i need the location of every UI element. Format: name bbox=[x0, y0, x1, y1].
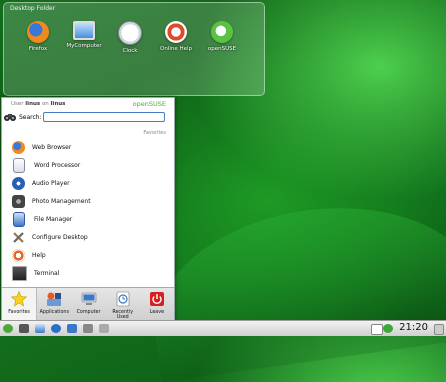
terminal-icon[interactable] bbox=[19, 324, 29, 333]
document-icon bbox=[13, 157, 25, 173]
desktop-icon-mycomputer[interactable]: MyComputer bbox=[64, 21, 104, 49]
network-icon[interactable] bbox=[383, 324, 393, 333]
file-manager-icon bbox=[13, 211, 25, 227]
tab-recently-used[interactable]: Recently Used bbox=[106, 288, 140, 320]
desktop-icon-online-help[interactable]: Online Help bbox=[156, 21, 196, 52]
favorites-header: Favorites bbox=[143, 130, 166, 136]
globe-icon[interactable] bbox=[51, 324, 61, 333]
menu-item-audio-player[interactable]: Audio Player bbox=[12, 174, 170, 192]
camera-icon bbox=[12, 194, 25, 208]
search-input[interactable] bbox=[43, 112, 165, 122]
desktop-icon[interactable] bbox=[67, 324, 77, 333]
star-icon bbox=[10, 290, 28, 307]
power-icon bbox=[149, 292, 164, 306]
opensuse-brand: openSUSE bbox=[132, 100, 166, 108]
user-info: User linus on linus bbox=[11, 101, 66, 107]
tab-leave[interactable]: Leave bbox=[140, 288, 174, 320]
lifebuoy-icon bbox=[12, 248, 25, 262]
pager-icon[interactable] bbox=[83, 324, 93, 333]
taskbar: 21:20 bbox=[0, 320, 446, 336]
application-launcher-menu: User linus on linus openSUSE Search: Fav… bbox=[1, 97, 175, 321]
opensuse-icon bbox=[211, 21, 233, 43]
menu-header: User linus on linus openSUSE bbox=[2, 98, 174, 110]
menu-item-file-manager[interactable]: File Manager bbox=[12, 210, 170, 228]
search-row: Search: bbox=[2, 110, 174, 126]
folder-title: Desktop Folder bbox=[10, 5, 56, 12]
recent-icon bbox=[116, 291, 130, 307]
wallpaper-swoosh bbox=[141, 187, 446, 382]
binoculars-icon bbox=[4, 114, 16, 121]
desktop-toolbox-icon[interactable] bbox=[434, 324, 444, 335]
computer-icon bbox=[73, 21, 95, 40]
tools-icon bbox=[13, 231, 24, 243]
menu-item-word-processor[interactable]: Word Processor bbox=[12, 156, 170, 174]
clipboard-icon[interactable] bbox=[371, 324, 383, 335]
audio-icon bbox=[12, 176, 25, 190]
tab-favorites[interactable]: Favorites bbox=[2, 288, 38, 320]
search-label: Search: bbox=[19, 114, 42, 121]
menu-item-configure-desktop[interactable]: Configure Desktop bbox=[12, 228, 170, 246]
computer-icon bbox=[81, 292, 96, 305]
terminal-icon bbox=[12, 265, 27, 281]
tab-applications[interactable]: Applications bbox=[37, 288, 71, 320]
menu-item-help[interactable]: Help bbox=[12, 246, 170, 264]
menu-item-photo-management[interactable]: Photo Management bbox=[12, 192, 170, 210]
firefox-icon bbox=[27, 21, 49, 43]
firefox-icon bbox=[12, 140, 25, 154]
desktop-folder-widget[interactable]: Desktop Folder Firefox MyComputer Clock … bbox=[3, 2, 265, 96]
pager-icon[interactable] bbox=[99, 324, 109, 333]
favorites-list: Web Browser Word Processor Audio Player … bbox=[12, 138, 170, 282]
help-icon bbox=[165, 21, 187, 43]
clock-icon bbox=[118, 21, 142, 45]
applications-icon bbox=[47, 292, 62, 306]
kickoff-launcher-icon[interactable] bbox=[3, 324, 13, 333]
menu-item-terminal[interactable]: Terminal bbox=[12, 264, 170, 282]
desktop-icon-opensuse[interactable]: openSUSE bbox=[202, 21, 242, 52]
menu-item-web-browser[interactable]: Web Browser bbox=[12, 138, 170, 156]
desktop-icon-clock[interactable]: Clock bbox=[110, 21, 150, 54]
computer-icon[interactable] bbox=[35, 324, 45, 333]
desktop-icon-firefox[interactable]: Firefox bbox=[18, 21, 58, 52]
menu-tab-bar: Favorites Applications Computer Recently… bbox=[2, 287, 174, 320]
tab-computer[interactable]: Computer bbox=[71, 288, 105, 320]
clock[interactable]: 21:20 bbox=[399, 322, 428, 333]
